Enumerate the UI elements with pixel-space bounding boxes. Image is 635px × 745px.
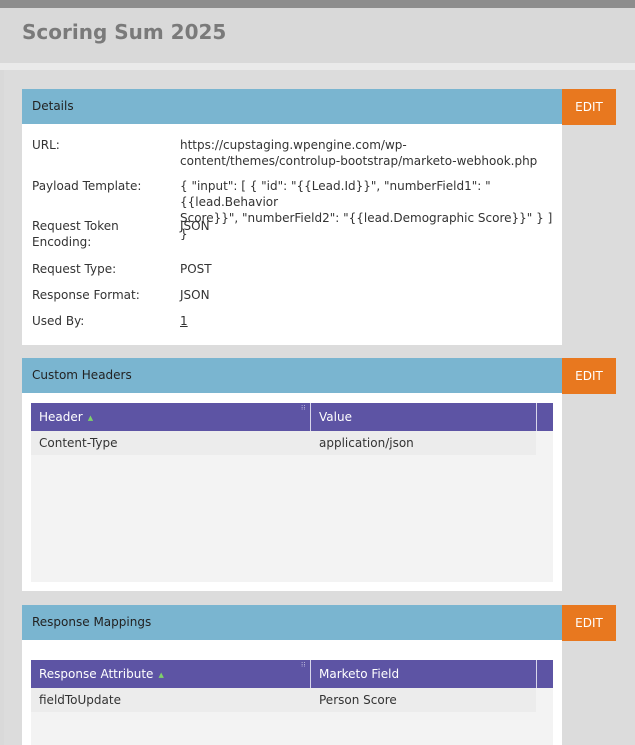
details-edit-button[interactable]: EDIT (562, 89, 616, 125)
response-mappings-title: Response Mappings (32, 615, 152, 629)
payload-label: Payload Template: (32, 179, 142, 193)
table-row[interactable]: Content-Type application/json (31, 431, 536, 455)
encoding-label: Request Token Encoding: (32, 218, 172, 250)
response-format-value: JSON (180, 288, 210, 302)
payload-row: Payload Template: { "input": [ { "id": "… (32, 178, 552, 241)
column-header-response-attribute[interactable]: Response Attribute ▲ (39, 667, 164, 681)
title-separator (0, 63, 635, 70)
custom-headers-panel: Custom Headers Header ▲ ⁝⁝ Value Content-… (22, 358, 562, 591)
column-header-header-label: Header (39, 410, 83, 424)
column-divider[interactable] (310, 403, 311, 431)
details-title: Details (32, 99, 74, 113)
response-mappings-header: Response Mappings (22, 605, 562, 640)
url-value-line2: content/themes/controlup-bootstrap/marke… (180, 154, 538, 168)
response-format-row: Response Format: JSON (32, 287, 552, 305)
url-value-line1: https://cupstaging.wpengine.com/wp- (180, 138, 407, 152)
table-row[interactable]: fieldToUpdate Person Score (31, 688, 536, 712)
custom-headers-title: Custom Headers (32, 368, 132, 382)
custom-headers-header: Custom Headers (22, 358, 562, 393)
column-grip-icon[interactable]: ⁝⁝ (301, 405, 305, 412)
title-area: Scoring Sum 2025 (0, 8, 635, 63)
url-label: URL: (32, 138, 60, 152)
custom-headers-edit-button[interactable]: EDIT (562, 358, 616, 394)
request-type-value: POST (180, 262, 212, 276)
encoding-row: Request Token Encoding: JSON (32, 218, 552, 252)
encoding-value: JSON (180, 219, 210, 233)
cell-header: Content-Type (39, 436, 118, 450)
encoding-label-line2: Encoding: (32, 235, 92, 249)
response-mappings-panel: Response Mappings Response Attribute ▲ ⁝⁝… (22, 605, 562, 745)
column-divider[interactable] (536, 403, 537, 431)
encoding-label-line1: Request Token (32, 219, 119, 233)
cell-value: application/json (319, 436, 414, 450)
cell-response-attribute: fieldToUpdate (39, 693, 121, 707)
response-mappings-grid: Response Attribute ▲ ⁝⁝ Marketo Field fie… (31, 660, 553, 745)
request-type-row: Request Type: POST (32, 261, 552, 279)
response-mappings-grid-header: Response Attribute ▲ ⁝⁝ Marketo Field (31, 660, 553, 688)
column-divider[interactable] (310, 660, 311, 688)
used-by-label: Used By: (32, 314, 85, 328)
cell-marketo-field: Person Score (319, 693, 397, 707)
response-format-label: Response Format: (32, 288, 140, 302)
details-panel: Details URL: https://cupstaging.wpengine… (22, 89, 562, 345)
custom-headers-grid-header: Header ▲ ⁝⁝ Value (31, 403, 553, 431)
sort-asc-icon: ▲ (87, 414, 94, 422)
sort-asc-icon: ▲ (158, 671, 164, 679)
column-header-value[interactable]: Value (319, 410, 352, 424)
column-grip-icon[interactable]: ⁝⁝ (301, 662, 305, 669)
response-mappings-edit-button[interactable]: EDIT (562, 605, 616, 641)
column-header-response-attribute-label: Response Attribute (39, 667, 154, 681)
url-row: URL: https://cupstaging.wpengine.com/wp-… (32, 137, 552, 171)
used-by-link[interactable]: 1 (180, 314, 188, 328)
custom-headers-grid: Header ▲ ⁝⁝ Value Content-Type applicatio… (31, 403, 553, 582)
column-header-header[interactable]: Header ▲ (39, 410, 93, 424)
column-header-marketo-field[interactable]: Marketo Field (319, 667, 399, 681)
payload-value-line1: { "input": [ { "id": "{{Lead.Id}}", "num… (180, 179, 491, 209)
used-by-row: Used By: 1 (32, 313, 552, 331)
request-type-label: Request Type: (32, 262, 117, 276)
column-divider[interactable] (536, 660, 537, 688)
used-by-value: 1 (180, 313, 555, 329)
details-header: Details (22, 89, 562, 124)
top-bar (0, 0, 635, 8)
page-title: Scoring Sum 2025 (22, 20, 227, 44)
url-value: https://cupstaging.wpengine.com/wp- cont… (180, 137, 555, 169)
